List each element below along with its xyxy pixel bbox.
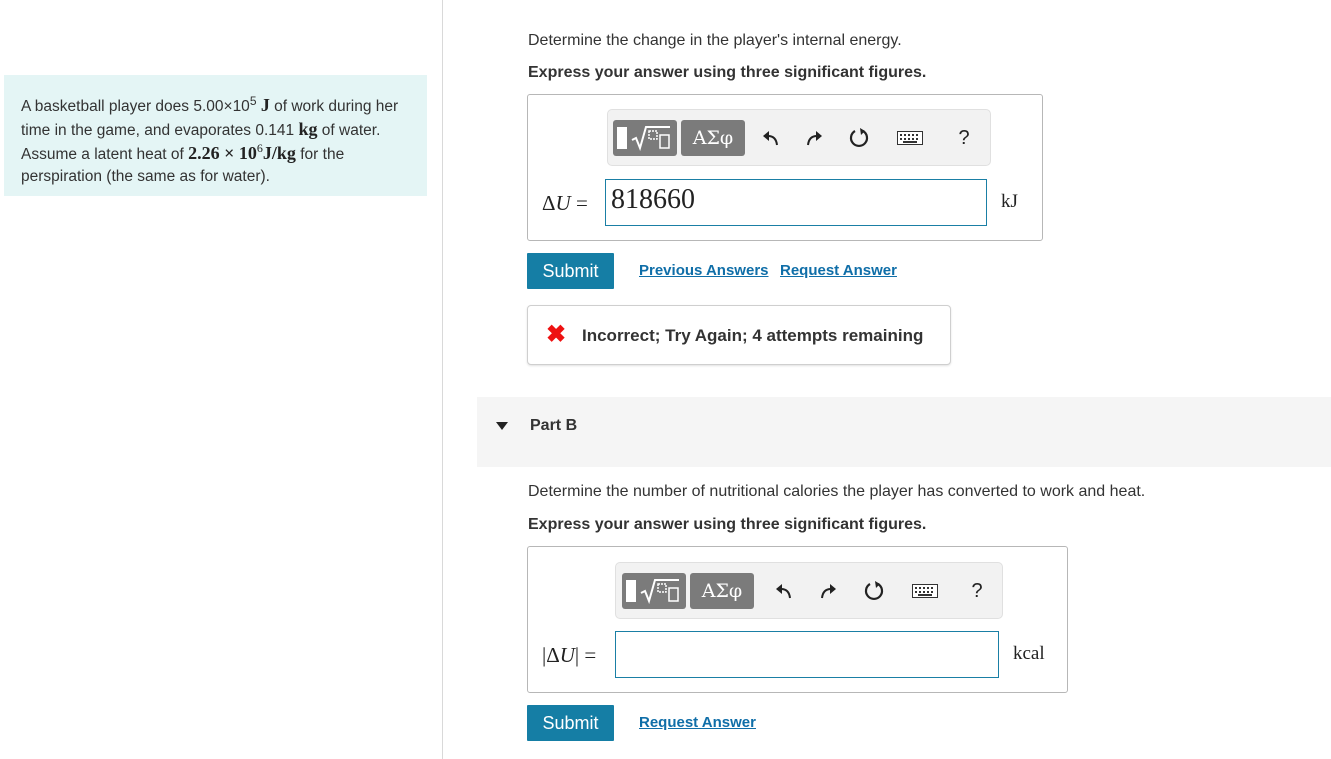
help-button[interactable]: ? — [951, 124, 977, 152]
greek-symbols-button[interactable]: ΑΣφ — [681, 120, 745, 156]
part-b-answer-panel: ΑΣφ ? |ΔU| = kcal — [527, 546, 1068, 693]
reset-icon[interactable] — [846, 124, 872, 152]
part-b-variable-label: |ΔU| = — [542, 643, 597, 667]
part-b-unit: kcal — [1013, 643, 1045, 664]
greek-symbols-button[interactable]: ΑΣφ — [690, 573, 754, 609]
part-b-instruction: Express your answer using three signific… — [528, 516, 927, 533]
redo-icon[interactable] — [801, 124, 827, 152]
undo-icon[interactable] — [758, 124, 784, 152]
part-a-instruction: Express your answer using three signific… — [528, 64, 927, 81]
previous-answers-link[interactable]: Previous Answers — [639, 262, 769, 279]
help-button[interactable]: ? — [964, 577, 990, 605]
part-b-answer-input[interactable] — [615, 631, 999, 678]
work-value: 5.00×105 — [193, 93, 257, 115]
part-a-answer-panel: ΑΣφ ? ΔU = 818660 kJ — [527, 94, 1043, 241]
mass-unit: kg — [298, 119, 318, 139]
part-b-title: Part B — [530, 417, 578, 434]
part-a-unit: kJ — [1001, 191, 1018, 212]
redo-icon[interactable] — [815, 577, 841, 605]
mass-value: 0.141 — [255, 122, 295, 139]
part-b-question: Determine the number of nutritional calo… — [528, 483, 1146, 500]
part-b-request-answer-link[interactable]: Request Answer — [639, 714, 756, 731]
math-template-button[interactable] — [622, 573, 686, 609]
part-a-request-answer-link[interactable]: Request Answer — [780, 262, 897, 279]
problem-text: A basketball player does — [21, 98, 194, 115]
part-a-question: Determine the change in the player's int… — [528, 32, 902, 49]
part-a-submit-button[interactable]: Submit — [527, 253, 614, 289]
keyboard-icon[interactable] — [895, 124, 925, 152]
keyboard-icon[interactable] — [910, 577, 940, 605]
problem-pane: A basketball player does 5.00×105 J of w… — [0, 0, 443, 759]
incorrect-x-icon: ✖ — [546, 321, 567, 348]
feedback-message: Incorrect; Try Again; 4 attempts remaini… — [582, 326, 924, 345]
problem-statement: A basketball player does 5.00×105 J of w… — [4, 75, 427, 196]
part-a-variable-label: ΔU = — [542, 191, 588, 215]
feedback-box: ✖ Incorrect; Try Again; 4 attempts remai… — [527, 305, 951, 365]
templates-icon — [616, 125, 674, 151]
templates-icon — [625, 578, 683, 604]
undo-icon[interactable] — [771, 577, 797, 605]
latent-heat-value: 2.26 × 106J/kg — [188, 141, 296, 163]
work-unit: J — [260, 95, 270, 115]
part-b-submit-button[interactable]: Submit — [527, 705, 614, 741]
collapse-caret-icon[interactable] — [496, 422, 508, 430]
reset-icon[interactable] — [861, 577, 887, 605]
part-a-toolbar: ΑΣφ ? — [607, 109, 991, 166]
part-b-header[interactable]: Part B — [477, 397, 1331, 467]
part-a-answer-input[interactable]: 818660 — [605, 179, 987, 226]
part-b-toolbar: ΑΣφ ? — [615, 562, 1003, 619]
math-template-button[interactable] — [613, 120, 677, 156]
